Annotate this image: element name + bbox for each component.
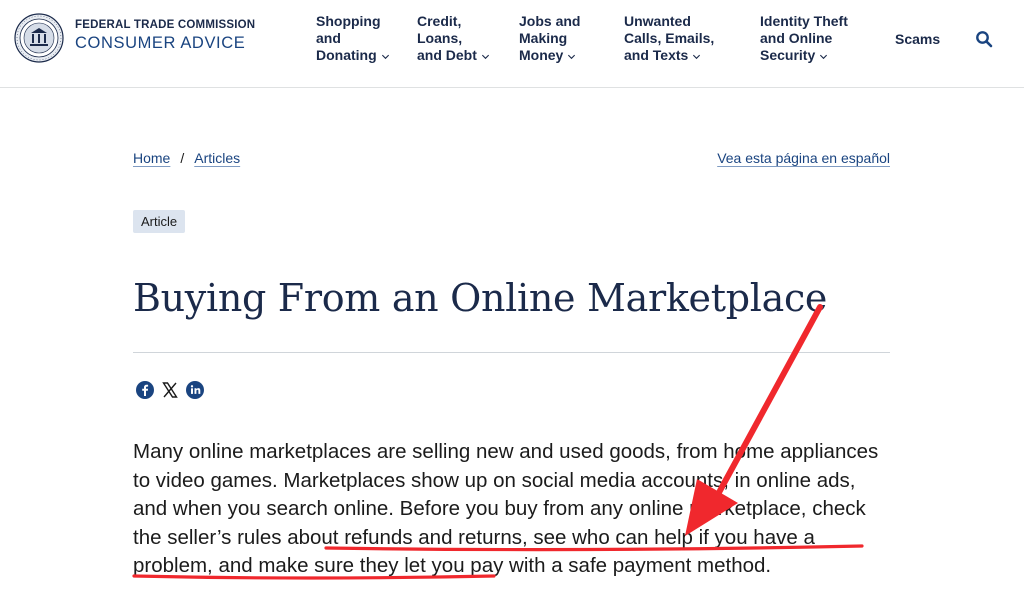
intro-paragraph: Many online marketplaces are selling new… [133,438,893,581]
page-title: Buying From an Online Marketplace [133,276,828,320]
facebook-icon[interactable] [136,381,154,399]
breadcrumb: Home / Articles [133,150,240,166]
nav-label-line: Unwanted [624,13,691,29]
nav-label-line: Money [519,47,564,63]
share-links [136,381,204,399]
nav-unwanted-calls[interactable]: Unwanted Calls, Emails, and Texts [624,13,714,64]
breadcrumb-separator: / [180,150,185,166]
intro-text-1: Many online marketplaces are selling new… [133,440,879,520]
nav-label-line: and Online [760,30,833,46]
agency-name: FEDERAL TRADE COMMISSION [75,19,256,31]
nav-label-line: Security [760,47,816,63]
nav-shopping-and-donating[interactable]: Shopping and Donating [316,13,390,64]
intro-text-2: and make sure they let you pay with a sa… [212,554,772,577]
site-header: FEDERAL TRADE COMMISSION CONSUMER ADVICE… [0,0,1024,88]
chevron-down-icon [820,54,828,59]
brand[interactable]: FEDERAL TRADE COMMISSION CONSUMER ADVICE [75,19,255,53]
nav-jobs-making-money[interactable]: Jobs and Making Money [519,13,580,64]
chevron-down-icon [481,54,489,59]
nav-label-line: and [316,30,341,46]
chevron-down-icon [568,54,576,59]
title-divider [133,352,890,353]
nav-label-line: Credit, [417,13,462,29]
x-icon[interactable] [161,381,179,399]
chevron-down-icon [381,54,389,59]
nav-label-line: Shopping [316,13,381,29]
nav-credit-loans-debt[interactable]: Credit, Loans, and Debt [417,13,490,64]
nav-identity-theft[interactable]: Identity Theft and Online Security [760,13,848,64]
nav-label-line: Identity Theft [760,13,848,29]
site-name: CONSUMER ADVICE [75,34,246,52]
linkedin-icon[interactable] [186,381,204,399]
nav-label-line: Calls, Emails, [624,30,715,46]
chevron-down-icon [693,54,701,59]
nav-label-line: Making [519,30,568,46]
spanish-version-link[interactable]: Vea esta página en español [717,150,890,166]
breadcrumb-home[interactable]: Home [133,150,170,166]
nav-label-line: Donating [316,47,377,63]
nav-label-line: Jobs and [519,13,581,29]
breadcrumb-articles[interactable]: Articles [194,150,240,166]
content-type-badge: Article [133,210,186,233]
nav-label-line: and Texts [624,47,689,63]
nav-scams[interactable]: Scams [895,31,940,47]
nav-label-line: and Debt [417,47,477,63]
search-icon[interactable] [975,30,993,48]
nav-label-line: Loans, [417,30,463,46]
ftc-seal-logo[interactable] [14,13,64,63]
